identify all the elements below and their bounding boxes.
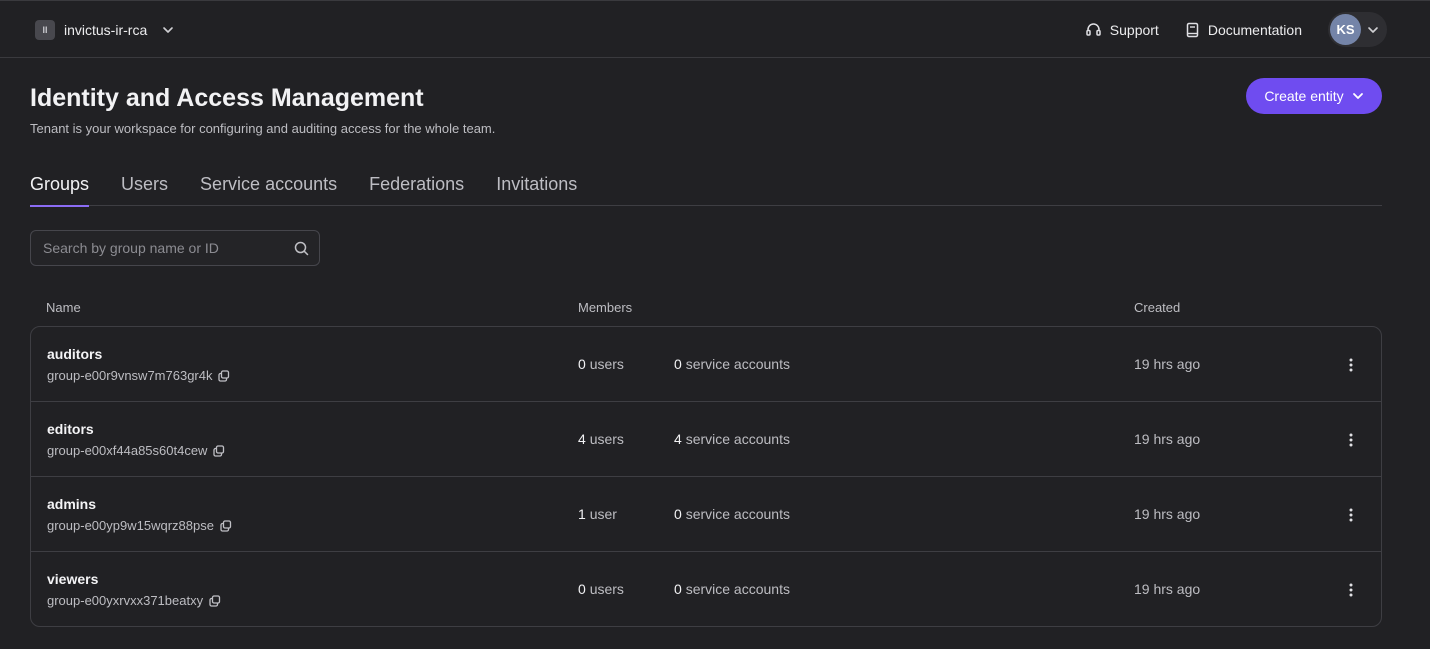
created-time: 19 hrs ago bbox=[1134, 581, 1201, 597]
group-id-text: group-e00yp9w15wqrz88pse bbox=[47, 518, 214, 533]
group-id: group-e00xf44a85s60t4cew bbox=[47, 443, 225, 458]
group-name[interactable]: viewers bbox=[47, 571, 98, 587]
copy-icon[interactable] bbox=[209, 594, 221, 607]
table-row[interactable]: admins group-e00yp9w15wqrz88pse 1 user 0… bbox=[31, 477, 1381, 552]
groups-table: auditors group-e00r9vnsw7m763gr4k 0 user… bbox=[30, 326, 1382, 627]
created-time: 19 hrs ago bbox=[1134, 431, 1201, 447]
group-id: group-e00yp9w15wqrz88pse bbox=[47, 518, 232, 533]
support-link[interactable]: Support bbox=[1085, 21, 1159, 38]
group-id: group-e00yxrvxx371beatxy bbox=[47, 593, 221, 608]
search-box bbox=[30, 230, 320, 266]
group-name[interactable]: auditors bbox=[47, 346, 102, 362]
chevron-down-icon bbox=[1367, 24, 1379, 36]
column-header-created: Created bbox=[1134, 300, 1181, 315]
page-title: Identity and Access Management bbox=[30, 84, 424, 112]
users-count: 0 users bbox=[578, 356, 624, 372]
tenant-name: invictus-ir-rca bbox=[64, 22, 148, 38]
service-accounts-count: 0 service accounts bbox=[674, 356, 790, 372]
group-id-text: group-e00xf44a85s60t4cew bbox=[47, 443, 208, 458]
column-header-members: Members bbox=[578, 300, 633, 315]
book-icon bbox=[1185, 22, 1200, 38]
service-accounts-count: 0 service accounts bbox=[674, 581, 790, 597]
tab-invitations[interactable]: Invitations bbox=[496, 172, 577, 206]
copy-icon[interactable] bbox=[213, 444, 225, 457]
create-entity-label: Create entity bbox=[1264, 88, 1344, 104]
tenant-switcher[interactable]: II invictus-ir-rca bbox=[35, 20, 174, 40]
top-right-actions: Support Documentation KS bbox=[1085, 12, 1387, 47]
table-row[interactable]: auditors group-e00r9vnsw7m763gr4k 0 user… bbox=[31, 327, 1381, 402]
chevron-down-icon bbox=[162, 24, 174, 36]
copy-icon[interactable] bbox=[220, 519, 232, 532]
created-time: 19 hrs ago bbox=[1134, 356, 1201, 372]
service-accounts-count: 0 service accounts bbox=[674, 506, 790, 522]
created-time: 19 hrs ago bbox=[1134, 506, 1201, 522]
tab-bar: Groups Users Service accounts Federation… bbox=[30, 172, 1382, 207]
users-count: 1 user bbox=[578, 506, 617, 522]
tab-users[interactable]: Users bbox=[121, 172, 168, 206]
group-id-text: group-e00r9vnsw7m763gr4k bbox=[47, 368, 213, 383]
copy-icon[interactable] bbox=[218, 369, 230, 382]
documentation-label: Documentation bbox=[1207, 21, 1302, 38]
users-count: 0 users bbox=[578, 581, 624, 597]
page-subtitle: Tenant is your workspace for configuring… bbox=[30, 121, 496, 136]
more-options-icon[interactable] bbox=[1341, 504, 1361, 526]
documentation-link[interactable]: Documentation bbox=[1185, 22, 1302, 38]
group-name[interactable]: editors bbox=[47, 421, 94, 437]
users-count: 4 users bbox=[578, 431, 624, 447]
avatar: KS bbox=[1330, 14, 1361, 45]
top-bar: II invictus-ir-rca Support Documentation… bbox=[0, 0, 1430, 58]
table-row[interactable]: editors group-e00xf44a85s60t4cew 4 users… bbox=[31, 402, 1381, 477]
support-label: Support bbox=[1109, 21, 1159, 38]
table-row[interactable]: viewers group-e00yxrvxx371beatxy 0 users… bbox=[31, 552, 1381, 626]
group-id: group-e00r9vnsw7m763gr4k bbox=[47, 368, 230, 383]
more-options-icon[interactable] bbox=[1341, 579, 1361, 601]
search-icon[interactable] bbox=[294, 241, 309, 256]
headset-icon bbox=[1085, 21, 1102, 38]
service-accounts-count: 4 service accounts bbox=[674, 431, 790, 447]
tenant-badge: II bbox=[35, 20, 55, 40]
search-input[interactable] bbox=[31, 240, 286, 256]
chevron-down-icon bbox=[1352, 90, 1364, 102]
tab-federations[interactable]: Federations bbox=[369, 172, 464, 206]
more-options-icon[interactable] bbox=[1341, 354, 1361, 376]
tab-groups[interactable]: Groups bbox=[30, 172, 90, 207]
tab-service-accounts[interactable]: Service accounts bbox=[200, 172, 337, 206]
more-options-icon[interactable] bbox=[1341, 429, 1361, 451]
create-entity-button[interactable]: Create entity bbox=[1246, 78, 1382, 114]
column-header-name: Name bbox=[46, 300, 81, 315]
user-menu[interactable]: KS bbox=[1328, 12, 1387, 47]
group-id-text: group-e00yxrvxx371beatxy bbox=[47, 593, 204, 608]
group-name[interactable]: admins bbox=[47, 496, 96, 512]
